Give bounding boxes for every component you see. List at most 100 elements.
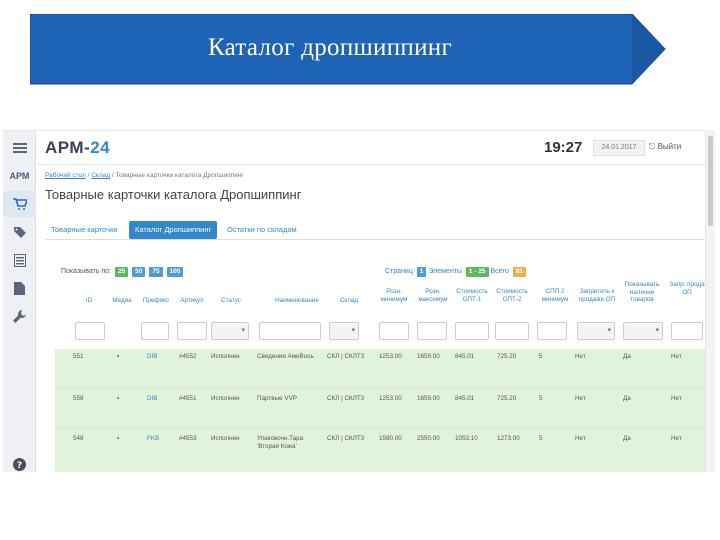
table-row[interactable]: 558 ▪ DIB #4551 Исполнен Партвые VVP СКЛ… [55, 389, 707, 429]
breadcrumb-current: / Товарные карточки каталога Дропшиппинг [111, 172, 244, 179]
filter-input-retail-min[interactable] [379, 322, 409, 340]
cell-id: 558 [73, 395, 84, 402]
cell-name: Упаковочн.Тара 'Вторая Кожа' [257, 435, 304, 450]
cell-opt1: 845.01 [455, 395, 475, 402]
column-header[interactable]: СПП 2 минимум [537, 288, 573, 303]
breadcrumb-home[interactable]: Рабочий стол [45, 172, 86, 179]
breadcrumb: Рабочий стол / Склад / Товарные карточки… [45, 172, 244, 179]
tab-dropship-catalog[interactable]: Каталог Дропшиппинг [129, 221, 218, 239]
cell-retail-max: 2550.00 [417, 435, 440, 442]
column-header[interactable]: Розн. минимум [377, 288, 411, 303]
app-logo[interactable]: АРМ-24 [45, 138, 110, 158]
filter-select-show-stock[interactable] [623, 322, 663, 340]
column-header[interactable]: Статус [211, 297, 251, 305]
column-header[interactable]: Медиа [107, 297, 137, 305]
column-header[interactable]: Артикул [175, 297, 209, 305]
help-icon[interactable]: ? [3, 451, 36, 472]
total-label: Всего [490, 268, 509, 275]
page-size-option[interactable]: 25 [114, 267, 129, 277]
media-icon[interactable]: ▪ [117, 353, 119, 361]
total-value: 81 [512, 267, 527, 277]
page-size-option[interactable]: 50 [132, 267, 146, 277]
brand-prefix: АРМ- [45, 138, 91, 157]
cell-warehouse: СКЛ | СКЛТ3 [327, 395, 365, 402]
cell-status: Исполнен [211, 353, 240, 360]
logout-button[interactable]: ⎋ Выйти [649, 142, 681, 152]
table-row[interactable]: 548 ▪ FKB #4553 Исполнен Упаковочн.Тара … [55, 429, 707, 472]
cell-opt1: 1053.10 [455, 435, 478, 442]
cell-show-stock: Да [623, 395, 631, 402]
svg-text:?: ? [17, 461, 22, 471]
hamburger-menu-icon[interactable] [3, 135, 36, 161]
slide-title-banner: Каталог дропшиппинг [30, 14, 666, 85]
items-label: Элементы [428, 268, 462, 275]
cell-forbid-sale: Нет [575, 353, 586, 360]
column-header[interactable]: Склад [327, 297, 371, 305]
column-header[interactable]: ID [75, 297, 103, 305]
cell-prefix[interactable]: DIB [147, 395, 158, 403]
table-row[interactable]: 551 ▪ DIB #4552 Исполнен Сведения АмеВос… [55, 349, 707, 389]
file-icon[interactable] [3, 275, 36, 301]
logout-icon: ⎋ [649, 142, 658, 151]
column-header[interactable]: Стоимость ОПТ-2 [493, 288, 531, 303]
page-size-option[interactable]: 100 [166, 267, 184, 277]
pages-value: 1 [416, 267, 427, 277]
column-header[interactable]: Запретить к продаже ОП [575, 288, 619, 303]
filter-select-warehouse[interactable] [329, 322, 359, 340]
cell-retail-min: 1590.00 [379, 435, 402, 442]
column-header[interactable]: Розн. максимум [415, 288, 451, 303]
media-icon[interactable]: ▪ [117, 435, 119, 443]
list-icon[interactable] [3, 247, 36, 273]
filter-input-spp2[interactable] [537, 322, 567, 340]
breadcrumb-warehouse[interactable]: Склад [91, 172, 110, 179]
wrench-icon[interactable] [3, 303, 36, 329]
column-header[interactable]: Префикс [139, 297, 173, 305]
table-body: 551 ▪ DIB #4552 Исполнен Сведения АмеВос… [55, 349, 707, 472]
cell-warehouse: СКЛ | СКЛТ3 [327, 353, 365, 360]
filter-input-name[interactable] [259, 322, 321, 340]
cell-spp2: 5 [539, 353, 543, 360]
filter-input-opt1[interactable] [455, 322, 489, 340]
filter-input-retail-max[interactable] [417, 322, 447, 340]
tab-warehouse-stock[interactable]: Остатки по складам [221, 221, 303, 239]
cell-show-stock: Да [623, 353, 631, 360]
filter-input-opt2[interactable] [495, 322, 529, 340]
cell-name: Партвые VVP [257, 395, 297, 402]
page-size-option[interactable]: 75 [149, 267, 163, 277]
cell-article: #4552 [179, 353, 197, 360]
media-icon[interactable]: ▪ [117, 395, 119, 403]
cell-show-stock: Да [623, 435, 631, 442]
filter-input-id[interactable] [75, 322, 105, 340]
tab-product-cards[interactable]: Товарные карточки [45, 221, 124, 239]
filter-select-forbid-sale[interactable] [577, 322, 615, 340]
column-header[interactable]: Показывать наличие товаров [621, 281, 663, 304]
cell-id: 548 [73, 435, 84, 442]
tags-icon[interactable] [3, 219, 36, 245]
table-header: ID Медиа Префикс Артикул Статус Наименов… [37, 279, 707, 317]
vertical-scrollbar[interactable] [705, 130, 715, 472]
date-display: 24.01.2017 [593, 140, 645, 156]
scrollbar-thumb[interactable] [708, 136, 713, 226]
cart-icon[interactable] [3, 191, 36, 217]
pages-label: Страниц [385, 268, 413, 275]
filter-input-prefix[interactable] [141, 322, 169, 340]
cell-opt2: 1273.00 [497, 435, 520, 442]
column-header[interactable]: Стоимость ОПТ-1 [453, 288, 491, 303]
column-header[interactable]: Запр. прода ОП [669, 281, 705, 296]
filter-row [37, 319, 707, 345]
cell-prefix[interactable]: DIB [147, 353, 158, 361]
cell-warehouse: СКЛ | СКЛТ3 [327, 435, 365, 442]
slide-title: Каталог дропшиппинг [207, 34, 453, 61]
clock: 19:27 [544, 139, 583, 156]
page-size-label: Показывать по: [61, 268, 112, 275]
cell-prefix[interactable]: FKB [147, 435, 159, 443]
cell-status: Исполнен [211, 395, 240, 402]
cell-forbid-sale: Нет [575, 395, 586, 402]
sidebar-app-label: АРМ [9, 171, 30, 181]
page-size-controls: Показывать по: 25 50 75 100 [61, 267, 184, 277]
filter-input-forbid-op[interactable] [671, 322, 703, 340]
filter-select-status[interactable] [211, 322, 249, 340]
cell-opt2: 725.20 [497, 353, 517, 360]
app-header: АРМ-24 19:27 24.01.2017 ⎋ Выйти [37, 131, 707, 165]
filter-input-article[interactable] [177, 322, 207, 340]
